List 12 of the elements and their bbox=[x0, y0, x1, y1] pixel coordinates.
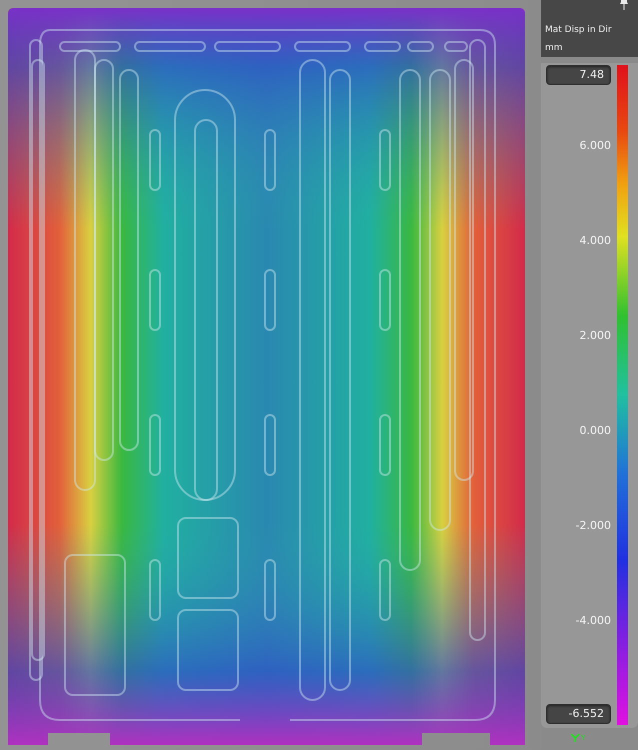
scale-label: 2.000 bbox=[580, 328, 611, 344]
pin-icon[interactable] bbox=[619, 0, 629, 10]
scale-label: -2.000 bbox=[576, 518, 611, 534]
scale-label: 4.000 bbox=[580, 233, 611, 249]
scale-label: 0.000 bbox=[580, 423, 611, 439]
scale-label: 6.000 bbox=[580, 138, 611, 154]
max-value-field[interactable]: 7.48 bbox=[546, 65, 611, 85]
legend-unit: mm bbox=[545, 43, 564, 53]
scale-label: -4.000 bbox=[576, 613, 611, 629]
legend-title: Mat Disp in Dir bbox=[545, 25, 613, 35]
axis-triad-icon bbox=[570, 734, 580, 742]
min-value-field[interactable]: -6.552 bbox=[546, 704, 611, 724]
